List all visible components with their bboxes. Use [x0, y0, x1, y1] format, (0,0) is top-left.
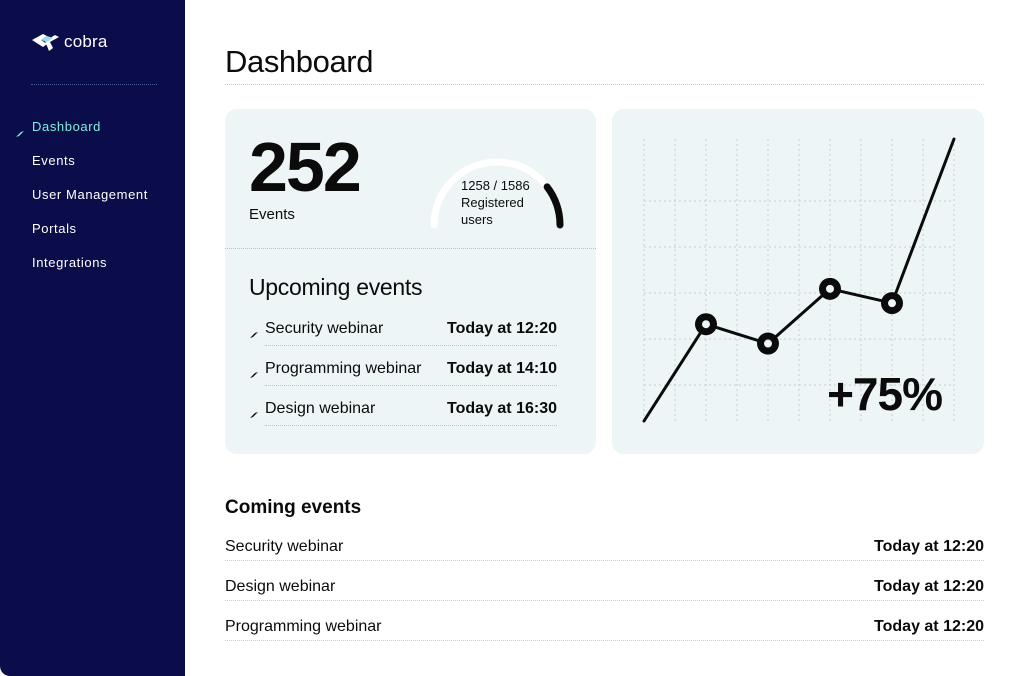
row-divider — [265, 345, 557, 346]
coming-event-row[interactable]: Design webinar Today at 12:20 — [225, 572, 984, 612]
upcoming-events-list: Security webinar Today at 12:20 Programm… — [249, 313, 557, 433]
title-divider — [225, 84, 984, 85]
event-name: Programming webinar — [265, 360, 422, 377]
bullet-icon — [249, 326, 259, 344]
event-name: Programming webinar — [225, 618, 382, 635]
row-divider — [265, 425, 557, 426]
events-count-label: Events — [249, 206, 295, 223]
event-time: Today at 12:20 — [874, 618, 984, 635]
sidebar-item-label: Dashboard — [32, 119, 101, 134]
event-name: Security webinar — [225, 538, 344, 555]
growth-value: +75% — [827, 368, 943, 420]
row-divider — [265, 385, 557, 386]
card-divider — [225, 248, 596, 249]
upcoming-event-item[interactable]: Security webinar Today at 12:20 — [249, 313, 557, 353]
event-time: Today at 16:30 — [447, 400, 557, 417]
data-point-center — [702, 320, 710, 329]
coming-event-row[interactable]: Programming webinar Today at 12:20 — [225, 612, 984, 652]
event-name: Design webinar — [265, 400, 376, 417]
page-title: Dashboard — [225, 44, 374, 79]
upcoming-events-title: Upcoming events — [249, 274, 423, 300]
sidebar-item-events[interactable]: Events — [0, 150, 185, 184]
registered-label: Registered — [461, 195, 524, 210]
sidebar-item-portals[interactable]: Portals — [0, 218, 185, 252]
cobra-logo-icon — [31, 30, 61, 54]
data-point-center — [826, 284, 834, 293]
sidebar-item-label: User Management — [32, 187, 148, 202]
logo-text: cobra — [64, 32, 108, 51]
events-count: 252 — [249, 128, 362, 206]
coming-events-title: Coming events — [225, 497, 362, 518]
active-marker-icon — [15, 123, 25, 145]
logo[interactable]: cobra — [31, 30, 108, 54]
event-time: Today at 12:20 — [874, 578, 984, 595]
sidebar-nav: Dashboard Events User Management Portals… — [0, 116, 185, 286]
event-time: Today at 14:10 — [447, 360, 557, 377]
registered-users-text: 1258 / 1586 Registered users — [461, 177, 571, 228]
row-divider — [225, 600, 984, 601]
growth-chart-card: +75% — [612, 109, 984, 454]
row-divider — [225, 560, 984, 561]
upcoming-event-item[interactable]: Design webinar Today at 16:30 — [249, 393, 557, 433]
sidebar-item-integrations[interactable]: Integrations — [0, 252, 185, 286]
registered-count: 1258 / 1586 — [461, 178, 530, 193]
sidebar-item-label: Integrations — [32, 255, 108, 270]
upcoming-event-item[interactable]: Programming webinar Today at 14:10 — [249, 353, 557, 393]
coming-events-list: Security webinar Today at 12:20 Design w… — [225, 532, 984, 652]
sidebar-item-user-management[interactable]: User Management — [0, 184, 185, 218]
data-point-center — [764, 339, 772, 348]
coming-event-row[interactable]: Security webinar Today at 12:20 — [225, 532, 984, 572]
event-name: Security webinar — [265, 320, 384, 337]
sidebar-item-label: Events — [32, 153, 76, 168]
bullet-icon — [249, 366, 259, 384]
event-time: Today at 12:20 — [874, 538, 984, 555]
bullet-icon — [249, 406, 259, 424]
event-time: Today at 12:20 — [447, 320, 557, 337]
sidebar-divider — [31, 84, 157, 85]
registered-label-users: users — [461, 212, 493, 227]
sidebar-item-label: Portals — [32, 221, 77, 236]
row-divider — [225, 640, 984, 641]
stats-card: 252 Events 1258 / 1586 Registered users … — [225, 109, 596, 454]
sidebar-item-dashboard[interactable]: Dashboard — [0, 116, 185, 150]
data-point-center — [888, 299, 896, 308]
sidebar: cobra Dashboard Events User Management P… — [0, 0, 185, 676]
event-name: Design webinar — [225, 578, 336, 595]
